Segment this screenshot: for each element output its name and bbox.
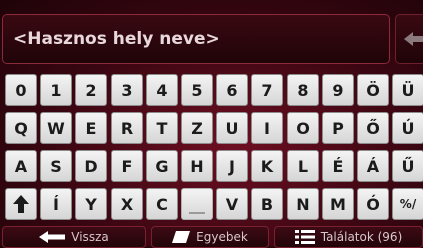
key-row3-2[interactable]: D [75, 150, 107, 182]
key-row1-0[interactable]: 0 [5, 74, 37, 106]
key-row1-1[interactable]: 1 [40, 74, 72, 106]
search-input-text: <Hasznos hely neve> [13, 29, 220, 49]
key-row3-3[interactable]: F [111, 150, 143, 182]
space-key[interactable] [181, 188, 213, 220]
key-row2-3[interactable]: R [111, 112, 143, 144]
key-row2-1[interactable]: W [40, 112, 72, 144]
back-button[interactable]: Vissza [2, 226, 146, 248]
key-row1-6[interactable]: 6 [216, 74, 248, 106]
key-row2-7[interactable]: I [251, 112, 283, 144]
space-bar-mark [189, 212, 205, 214]
list-icon [294, 230, 315, 244]
key-row4-8[interactable]: Ó [357, 188, 389, 220]
key-row4-4[interactable]: V [216, 188, 248, 220]
keyboard-layout-icon [172, 231, 191, 243]
key-row1-8[interactable]: 8 [287, 74, 319, 106]
results-button[interactable]: Találatok (96) [274, 226, 423, 248]
key-row1-2[interactable]: 2 [75, 74, 107, 106]
key-row3-0[interactable]: A [5, 150, 37, 182]
key-row3-6[interactable]: J [216, 150, 248, 182]
key-row1-11[interactable]: Ü [392, 74, 423, 106]
key-row3-7[interactable]: K [251, 150, 283, 182]
key-row3-5[interactable]: H [181, 150, 213, 182]
key-row2-8[interactable]: O [287, 112, 319, 144]
key-row3-11[interactable]: Ű [392, 150, 423, 182]
backspace-icon [404, 32, 423, 46]
key-row3-1[interactable]: S [40, 150, 72, 182]
search-input[interactable]: <Hasznos hely neve> [2, 14, 390, 64]
arrow-left-icon [39, 231, 66, 243]
other-button[interactable]: Egyebek [151, 226, 269, 248]
key-row4-7[interactable]: M [322, 188, 354, 220]
key-row3-8[interactable]: L [287, 150, 319, 182]
backspace-key[interactable] [395, 14, 423, 64]
key-row2-6[interactable]: U [216, 112, 248, 144]
results-button-label: Találatok (96) [320, 230, 403, 244]
key-row1-9[interactable]: 9 [322, 74, 354, 106]
shift-key[interactable] [5, 188, 37, 220]
key-row1-4[interactable]: 4 [146, 74, 178, 106]
key-row2-5[interactable]: Z [181, 112, 213, 144]
key-row1-7[interactable]: 7 [251, 74, 283, 106]
other-button-label: Egyebek [196, 230, 248, 244]
key-row1-10[interactable]: Ö [357, 74, 389, 106]
key-row2-10[interactable]: Ő [357, 112, 389, 144]
key-row2-9[interactable]: P [322, 112, 354, 144]
key-row3-9[interactable]: É [322, 150, 354, 182]
shift-arrow-icon [13, 195, 29, 213]
key-row4-2[interactable]: X [111, 188, 143, 220]
key-row2-11[interactable]: Ú [392, 112, 423, 144]
key-row4-9[interactable]: %/ [392, 188, 423, 220]
key-row3-10[interactable]: Á [357, 150, 389, 182]
key-row4-1[interactable]: Y [75, 188, 107, 220]
back-button-label: Vissza [71, 230, 109, 244]
key-row2-2[interactable]: E [75, 112, 107, 144]
key-row4-0[interactable]: Í [40, 188, 72, 220]
key-row2-4[interactable]: T [146, 112, 178, 144]
key-row2-0[interactable]: Q [5, 112, 37, 144]
key-row4-5[interactable]: B [251, 188, 283, 220]
key-row1-5[interactable]: 5 [181, 74, 213, 106]
key-row4-3[interactable]: C [146, 188, 178, 220]
key-row3-4[interactable]: G [146, 150, 178, 182]
key-row4-6[interactable]: N [287, 188, 319, 220]
key-row1-3[interactable]: 3 [111, 74, 143, 106]
